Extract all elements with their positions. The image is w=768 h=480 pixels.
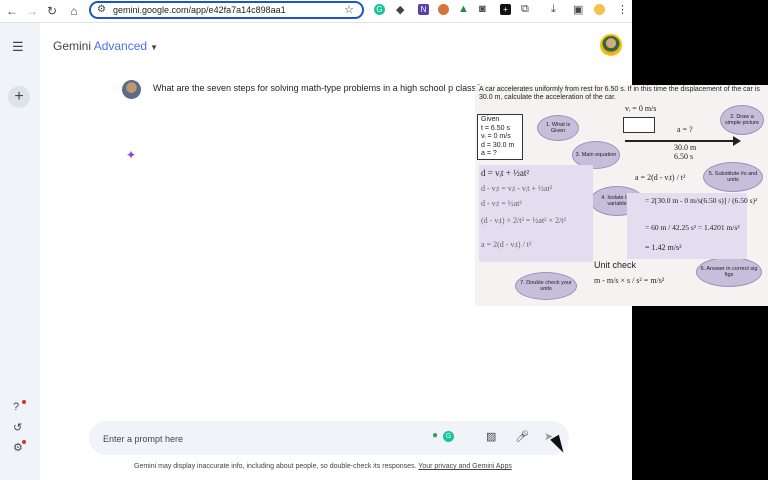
browser-toolbar: ← → ↻ ⌂ ⚙ gemini.google.com/app/e42fa7a1… (0, 0, 632, 23)
avatar-extension-icon[interactable] (438, 4, 449, 15)
onenote-icon[interactable]: N (418, 4, 429, 15)
unit-check-title: Unit check (594, 260, 637, 270)
puzzle-extension-icon[interactable]: + (500, 4, 511, 15)
tune-icon[interactable]: ⚙ (97, 4, 106, 15)
given-line: d = 30.0 m (481, 141, 515, 149)
menu-icon[interactable]: ☰ (12, 39, 24, 55)
unit-check-equation: m - m/s × s / s² = m/s² (594, 276, 665, 285)
given-title: Given (481, 116, 500, 123)
grammarly-icon[interactable]: G (443, 431, 454, 442)
disclaimer: Gemini may display inaccurate info, incl… (134, 463, 512, 470)
gemini-sidebar: ☰ + ? ↺ ⚙ (0, 23, 40, 480)
substitute-step: = 60 m / 42.25 s² = 1.4201 m/s² (645, 223, 740, 232)
download-icon[interactable]: ⤓ (551, 3, 556, 16)
a-label: a = ? (677, 125, 693, 134)
given-line: t = 6.50 s (481, 124, 510, 132)
address-bar[interactable]: ⚙ gemini.google.com/app/e42fa7a14c898aa1… (89, 1, 364, 19)
user-question: What are the seven steps for solving mat… (153, 83, 482, 93)
help-icon[interactable]: ? (13, 401, 19, 413)
account-avatar[interactable] (600, 34, 622, 56)
activity-icon[interactable]: ↺ (13, 421, 22, 434)
side-panel-icon[interactable]: ▣ (573, 3, 583, 16)
substitute-step: a = 2(d - vᵢt) / t² (635, 173, 686, 182)
dropbox-icon[interactable]: ◆ (396, 3, 404, 16)
step-bubble: 2. Draw a simple picture (720, 105, 764, 135)
step-bubble: 6. Answer in correct sig figs (696, 257, 762, 287)
notification-dot (22, 440, 26, 444)
more-icon[interactable]: ⋮ (617, 3, 628, 16)
prompt-bar: ● G ▨ 🎤︎ ➤ (89, 421, 569, 455)
extensions-icon[interactable]: ⧉ (521, 3, 529, 16)
arrowhead (733, 136, 741, 146)
new-chat-button[interactable]: + (8, 86, 30, 108)
given-line: vᵢ = 0 m/s (481, 133, 511, 140)
chevron-down-icon: ▼ (150, 43, 158, 52)
step-bubble: 5. Substitute #s and units (703, 162, 763, 192)
microphone-icon[interactable]: 🎤︎ (515, 430, 529, 443)
prompt-input[interactable] (101, 430, 425, 448)
gemini-sparkle-icon: ✦ (126, 148, 137, 162)
car-drawing (623, 117, 655, 133)
notification-dot (22, 400, 26, 404)
attached-math-image: A car accelerates uniformly from rest fo… (475, 85, 768, 306)
isolate-step: d - vᵢt = ½at² (481, 199, 522, 208)
isolate-step: (d - vᵢt) × 2/t² = ½at² × 2/t² (481, 216, 566, 225)
substitute-step: = 2[30.0 m - 0 m/s(6.50 s)] / (6.50 s)² (645, 196, 758, 205)
url-text: gemini.google.com/app/e42fa7a14c898aa1 (113, 5, 286, 15)
grammarly-extension-icon[interactable]: G (374, 4, 385, 15)
location-pin-icon[interactable]: ● (432, 430, 438, 441)
brand-name: Gemini (53, 39, 92, 53)
model-selector[interactable]: Gemini Advanced ▼ (53, 39, 158, 53)
image-upload-icon[interactable]: ▨ (486, 430, 496, 443)
t-label: 6.50 s (674, 152, 694, 161)
answer: = 1.42 m/s² (645, 243, 682, 252)
isolate-step: d - vᵢt = vᵢt - vᵢt + ½at² (481, 184, 553, 193)
problem-statement: A car accelerates uniformly from rest fo… (479, 86, 760, 101)
brand-tier: Advanced (93, 39, 148, 53)
camera-icon[interactable]: ◙ (479, 3, 486, 15)
displacement-arrow (625, 140, 735, 142)
step-bubble: 7. Double check your units (515, 272, 577, 300)
home-button[interactable]: ⌂ (66, 3, 82, 19)
disclaimer-text: Gemini may display inaccurate info, incl… (134, 463, 417, 470)
user-avatar (122, 80, 141, 99)
main-equation: d = vᵢt + ½at² (481, 168, 530, 178)
privacy-link[interactable]: Your privacy and Gemini Apps (418, 463, 512, 470)
reload-button[interactable]: ↻ (44, 3, 60, 19)
forward-button[interactable]: → (24, 3, 40, 19)
isolate-step: a = 2(d - vᵢt) / t² (481, 240, 532, 249)
bookmark-star-icon[interactable]: ☆ (344, 3, 354, 16)
profile-icon[interactable] (594, 4, 605, 15)
back-button[interactable]: ← (4, 3, 20, 19)
given-box: Given t = 6.50 s vᵢ = 0 m/s d = 30.0 m a… (477, 114, 523, 160)
google-drive-icon[interactable]: ▲ (458, 3, 469, 15)
vi-label: vᵢ = 0 m/s (625, 104, 657, 113)
step-bubble: 1. What is Given (537, 115, 579, 141)
d-label: 30.0 m (674, 143, 697, 152)
given-line: a = ? (481, 150, 497, 157)
